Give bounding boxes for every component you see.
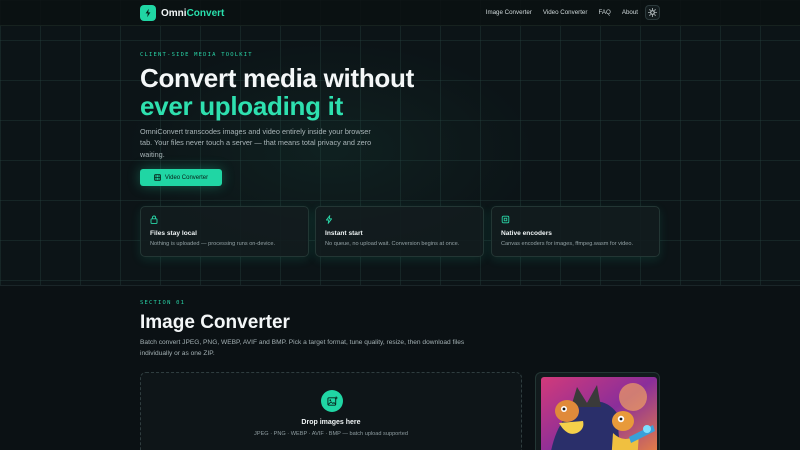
film-icon [154, 174, 161, 181]
section-divider [0, 285, 800, 286]
image-dropzone[interactable]: Drop images here JPEG · PNG · WEBP · AVI… [140, 372, 522, 450]
preview-card [535, 372, 660, 450]
dropzone-title: Drop images here [301, 419, 361, 426]
hero-eyebrow: CLIENT-SIDE MEDIA TOOLKIT [140, 52, 253, 58]
logo-icon [140, 5, 156, 21]
sun-icon [648, 8, 657, 17]
nav-link-video-converter[interactable]: Video Converter [543, 9, 588, 16]
feature-desc: Nothing is uploaded — processing runs on… [150, 241, 275, 247]
nav-link-about[interactable]: About [622, 9, 638, 16]
bolt-icon [325, 215, 333, 224]
hero-lead: OmniConvert transcodes images and video … [140, 127, 372, 159]
video-converter-button[interactable]: Video Converter [140, 169, 222, 186]
logo[interactable]: OmniConvert [140, 5, 224, 21]
chip-icon [501, 215, 510, 224]
logo-prefix: Omni [161, 7, 187, 19]
feature-card-native-encoders: Native encoders Canvas encoders for imag… [491, 206, 660, 257]
hero-title: Convert media without ever uploading it [140, 64, 414, 120]
feature-desc: No queue, no upload wait. Conversion beg… [325, 241, 460, 247]
section-description: Batch convert JPEG, PNG, WEBP, AVIF and … [140, 339, 465, 357]
logo-text: OmniConvert [161, 8, 224, 19]
logo-accent: Convert [186, 7, 225, 19]
hero-title-line2: ever uploading it [140, 91, 343, 121]
theme-toggle-button[interactable] [645, 5, 660, 20]
feature-title: Instant start [325, 230, 363, 237]
feature-title: Native encoders [501, 230, 552, 237]
hero-title-line1: Convert media without [140, 63, 414, 93]
top-nav: OmniConvert Image Converter Video Conver… [0, 0, 800, 26]
lock-icon [150, 215, 158, 224]
feature-title: Files stay local [150, 230, 197, 237]
dropzone-subtitle: JPEG · PNG · WEBP · AVIF · BMP — batch u… [254, 431, 408, 437]
section-title: Image Converter [140, 312, 290, 333]
feature-card-instant-start: Instant start No queue, no upload wait. … [315, 206, 484, 257]
nav-link-image-converter[interactable]: Image Converter [486, 9, 532, 16]
feature-desc: Canvas encoders for images, ffmpeg.wasm … [501, 241, 634, 247]
nav-link-faq[interactable]: FAQ [598, 9, 610, 16]
cta-label: Video Converter [164, 174, 209, 181]
nav-links: Image Converter Video Converter FAQ Abou… [475, 9, 638, 16]
image-plus-icon [321, 390, 343, 412]
preview-image [541, 377, 657, 450]
section-eyebrow: SECTION 01 [140, 300, 186, 306]
feature-card-files-local: Files stay local Nothing is uploaded — p… [140, 206, 309, 257]
